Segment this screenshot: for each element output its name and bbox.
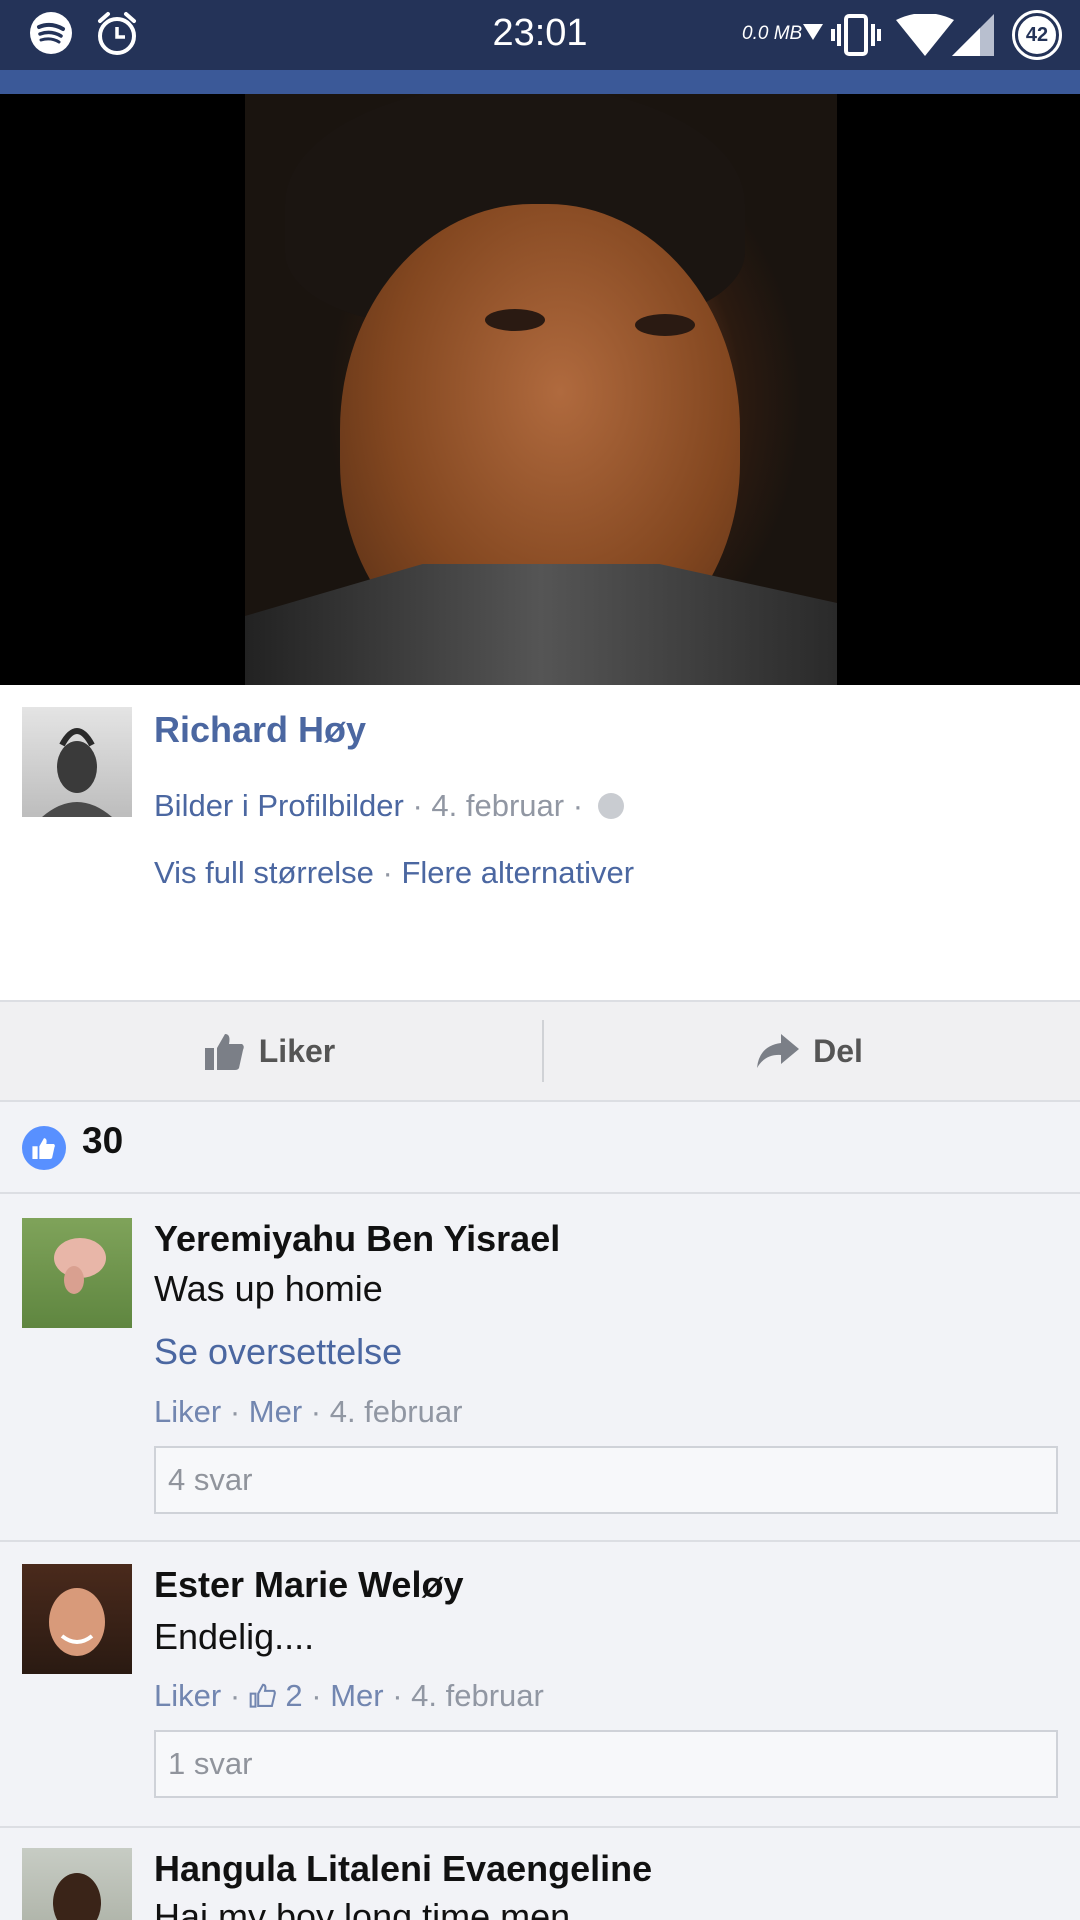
photo-viewer[interactable] bbox=[0, 94, 1080, 685]
post-author[interactable]: Richard Høy bbox=[154, 709, 366, 751]
profile-photo[interactable] bbox=[245, 94, 837, 685]
comment-date: 4. februar bbox=[329, 1394, 463, 1429]
more-options-link[interactable]: Flere alternativer bbox=[401, 855, 634, 890]
commenter-avatar[interactable] bbox=[22, 1848, 132, 1920]
commenter-avatar[interactable] bbox=[22, 1564, 132, 1674]
commenter-name[interactable]: Ester Marie Weløy bbox=[154, 1564, 463, 1606]
like-badge-icon bbox=[22, 1126, 66, 1170]
download-arrow-icon bbox=[803, 24, 823, 40]
replies-button[interactable]: 1 svar bbox=[154, 1730, 1058, 1798]
comment-text: Hai my boy long time men bbox=[154, 1896, 571, 1920]
comment-date: 4. februar bbox=[411, 1678, 544, 1713]
globe-icon bbox=[597, 793, 624, 819]
signal-icon bbox=[952, 14, 994, 56]
album-link[interactable]: Bilder i Profilbilder bbox=[154, 788, 404, 823]
commenter-name[interactable]: Hangula Litaleni Evaengeline bbox=[154, 1848, 652, 1890]
data-rate: 0.0 MB bbox=[742, 23, 803, 44]
comment-actions: Liker · 2 · Mer · 4. februar bbox=[154, 1678, 544, 1713]
commenter-name[interactable]: Yeremiyahu Ben Yisrael bbox=[154, 1218, 560, 1260]
action-bar: Liker Del bbox=[0, 1000, 1080, 1102]
comment-like-count: 2 bbox=[285, 1678, 303, 1713]
battery-indicator: 42 bbox=[1012, 10, 1062, 60]
comment: Ester Marie Weløy Endelig.... Liker · 2 … bbox=[0, 1542, 1080, 1828]
comment-like-link[interactable]: Liker bbox=[154, 1678, 221, 1713]
vibrate-icon bbox=[831, 14, 881, 56]
see-translation-link[interactable]: Se oversettelse bbox=[154, 1331, 402, 1373]
status-bar: 23:01 0.0 MB 42 bbox=[0, 0, 1080, 70]
share-arrow-icon bbox=[757, 1034, 800, 1068]
comment-more-link[interactable]: Mer bbox=[249, 1394, 302, 1429]
comment-text: Was up homie bbox=[154, 1268, 383, 1309]
photo-actions: Vis full størrelse · Flere alternativer bbox=[154, 855, 635, 890]
post-meta: Bilder i Profilbilder · 4. februar · bbox=[154, 788, 624, 824]
like-label: Liker bbox=[258, 1032, 336, 1069]
like-count: 30 bbox=[82, 1120, 124, 1161]
post-info: Richard Høy Bilder i Profilbilder · 4. f… bbox=[0, 685, 1080, 1000]
commenter-avatar[interactable] bbox=[22, 1218, 132, 1328]
author-avatar[interactable] bbox=[22, 707, 132, 817]
comment-actions: Liker · Mer · 4. februar bbox=[154, 1394, 463, 1429]
comment-like-link[interactable]: Liker bbox=[154, 1394, 221, 1429]
likes-summary[interactable]: 30 bbox=[0, 1100, 1080, 1194]
replies-button[interactable]: 4 svar bbox=[154, 1446, 1058, 1514]
view-full-size-link[interactable]: Vis full størrelse bbox=[154, 855, 374, 890]
app-header-strip bbox=[0, 70, 1080, 94]
thumbs-up-icon bbox=[204, 1034, 244, 1070]
comment-text: Endelig.... bbox=[154, 1616, 315, 1657]
share-button[interactable]: Del bbox=[540, 1002, 1080, 1100]
comment-more-link[interactable]: Mer bbox=[330, 1678, 383, 1713]
wifi-icon bbox=[896, 14, 954, 56]
share-label: Del bbox=[813, 1032, 863, 1069]
thumbs-up-outline-icon bbox=[249, 1683, 276, 1708]
comment: Yeremiyahu Ben Yisrael Was up homie Se o… bbox=[0, 1194, 1080, 1542]
comment: Hangula Litaleni Evaengeline Hai my boy … bbox=[0, 1828, 1080, 1920]
post-date[interactable]: 4. februar bbox=[431, 788, 564, 823]
like-button[interactable]: Liker bbox=[0, 1002, 540, 1100]
